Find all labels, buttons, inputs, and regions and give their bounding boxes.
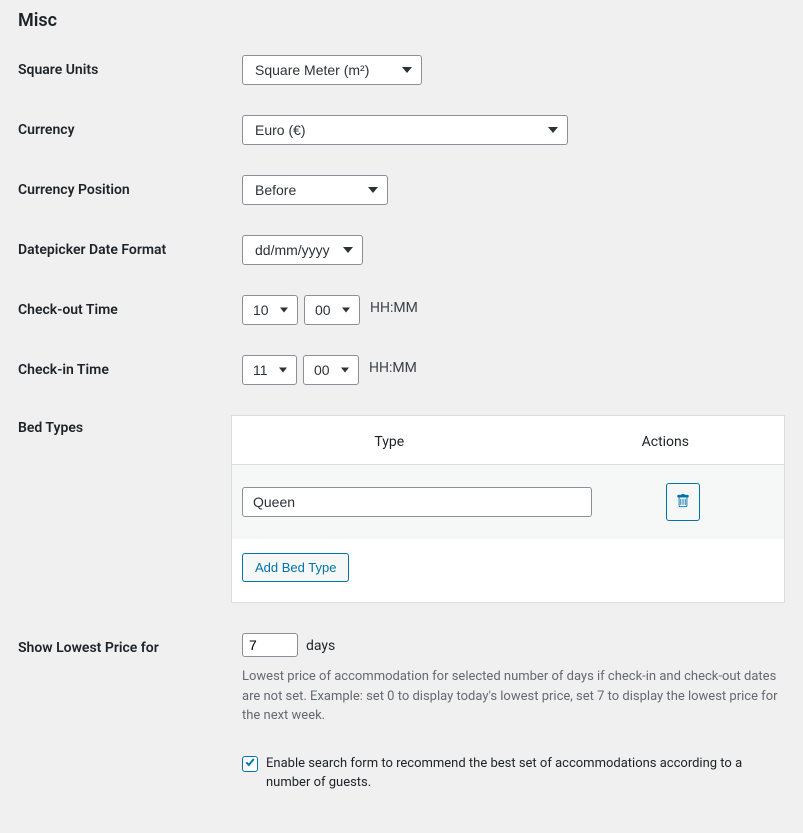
checkin-minute-select[interactable]: 00 xyxy=(303,355,359,385)
lowest-price-days-input[interactable] xyxy=(242,633,298,657)
bed-types-table: Type Actions Add xyxy=(231,415,785,603)
lowest-price-label: Show Lowest Price for xyxy=(18,633,242,656)
currency-label: Currency xyxy=(18,115,242,138)
lowest-price-description: Lowest price of accommodation for select… xyxy=(242,667,785,726)
checkout-time-hint: HH:MM xyxy=(370,300,418,316)
recommend-checkbox-label: Enable search form to recommend the best… xyxy=(266,754,785,793)
square-units-select[interactable]: Square Meter (m²) xyxy=(242,55,422,85)
bed-types-header-type: Type xyxy=(232,434,547,450)
trash-icon xyxy=(676,494,690,511)
checkin-time-label: Check-in Time xyxy=(18,355,242,378)
check-icon xyxy=(244,756,256,772)
currency-position-select[interactable]: Before xyxy=(242,175,388,205)
recommend-checkbox[interactable] xyxy=(242,756,258,772)
square-units-label: Square Units xyxy=(18,55,242,78)
bed-types-row xyxy=(232,465,784,539)
checkout-minute-select[interactable]: 00 xyxy=(304,295,360,325)
days-unit-label: days xyxy=(306,638,335,654)
checkin-hour-select[interactable]: 11 xyxy=(242,355,297,385)
bed-types-label: Bed Types xyxy=(18,415,231,436)
bed-type-input[interactable] xyxy=(242,487,592,517)
checkin-time-hint: HH:MM xyxy=(369,360,417,376)
section-title: Misc xyxy=(18,10,785,31)
add-bed-type-button[interactable]: Add Bed Type xyxy=(242,553,349,582)
date-format-select[interactable]: dd/mm/yyyy xyxy=(242,235,363,265)
currency-position-label: Currency Position xyxy=(18,175,242,198)
delete-bed-type-button[interactable] xyxy=(666,483,700,521)
bed-types-header-actions: Actions xyxy=(547,434,784,450)
currency-select[interactable]: Euro (€) xyxy=(242,115,568,145)
checkout-hour-select[interactable]: 10 xyxy=(242,295,298,325)
checkout-time-label: Check-out Time xyxy=(18,295,242,318)
date-format-label: Datepicker Date Format xyxy=(18,235,242,258)
